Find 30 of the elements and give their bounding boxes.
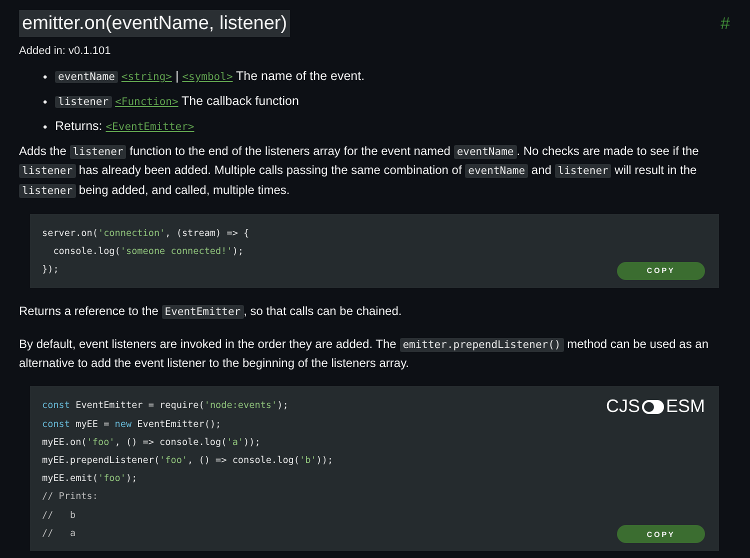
paragraph: Returns a reference to the EventEmitter , so that calls can be chained. (19, 302, 403, 320)
code-line: myEE.prependListener('foo', () => console.log('b')); (42, 454, 334, 468)
code-line: // b (42, 508, 77, 523)
type-link[interactable]: <Function> (115, 96, 178, 108)
code-line: myEE.on('foo', () => console.log('a')); (42, 436, 262, 450)
paragraph: By default, event listeners are invoked in the order they are added. The emitter.prependListener() method can be used as an alternative to add the event listener to the beginning of the listeners array. (19, 336, 710, 372)
code-line: server.on('connection', (stream) => { (42, 226, 250, 241)
type-link[interactable]: <symbol> (182, 71, 233, 83)
parameter-item: Returns: <EventEmitter> (55, 118, 194, 135)
section-heading: emitter.on(eventName, listener) (19, 10, 290, 37)
module-option[interactable]: ESM (666, 396, 705, 418)
code-line: // a (42, 526, 77, 541)
code-line: console.log('someone connected!'); (52, 245, 245, 260)
type-link[interactable]: <string> (121, 71, 172, 83)
list-bullet: • (43, 118, 48, 136)
code-line: const EventEmitter = require('node:events'); (42, 399, 290, 414)
code-line: }); (42, 263, 60, 278)
code-line: // Prints: (42, 490, 99, 504)
list-bullet: • (43, 94, 48, 110)
code-line: myEE.emit('foo'); (42, 472, 138, 486)
toggle-switch[interactable] (642, 400, 664, 414)
type-link[interactable]: <EventEmitter> (106, 121, 194, 133)
module-option[interactable]: CJS (606, 396, 640, 418)
parameter-item: listener <Function> The callback function (55, 92, 299, 111)
list-bullet: • (43, 68, 48, 86)
paragraph: Adds the listener function to the end of the listeners array for the event named eventName . No checks are made to see if the listener has already been added. Multiple calls passing the same combination of eventName and listener will result in the listener being added, and called, multiple times. (19, 143, 700, 200)
anchor-link[interactable]: # (720, 14, 730, 34)
version-note: Added in: v0.1.101 (19, 45, 112, 57)
code-line: const myEE = new EventEmitter(); (42, 418, 222, 432)
parameter-item: eventName <string> | <symbol> The name of the event. (55, 67, 365, 86)
